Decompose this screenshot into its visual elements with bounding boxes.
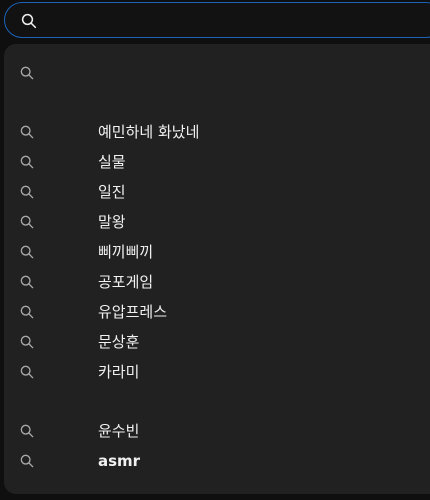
- suggestion-item[interactable]: asmr: [4, 446, 430, 476]
- search-icon: [19, 214, 35, 230]
- suggestion-label: asmr: [98, 452, 141, 470]
- search-icon: [19, 334, 35, 350]
- search-icon: [19, 244, 35, 260]
- suggestion-item[interactable]: 유압프레스: [4, 297, 430, 327]
- search-icon: [19, 423, 35, 439]
- suggestion-item[interactable]: 문상훈: [4, 327, 430, 357]
- search-icon: [19, 65, 35, 81]
- search-icon: [20, 12, 38, 30]
- suggestion-label: 일진: [98, 183, 126, 201]
- search-icon: [19, 124, 35, 140]
- suggestion-item[interactable]: 말왕: [4, 207, 430, 237]
- suggestion-label: 말왕: [98, 213, 126, 231]
- suggestion-item[interactable]: 카라미: [4, 357, 430, 387]
- suggestion-item[interactable]: [4, 58, 430, 88]
- suggestion-item[interactable]: 예민하네 화났네: [4, 117, 430, 147]
- search-icon: [19, 184, 35, 200]
- suggestion-label: 실물: [98, 153, 126, 171]
- suggestion-label: 카라미: [98, 363, 140, 381]
- search-input[interactable]: [49, 7, 429, 33]
- search-icon: [19, 364, 35, 380]
- suggestion-label: 삐끼삐끼: [98, 243, 154, 261]
- search-icon: [19, 154, 35, 170]
- suggestion-item[interactable]: 실물: [4, 147, 430, 177]
- suggestion-label: 문상훈: [98, 333, 140, 351]
- search-bar[interactable]: [4, 2, 430, 38]
- suggestion-label: 윤수빈: [98, 422, 140, 440]
- search-icon: [19, 453, 35, 469]
- suggestion-item[interactable]: 공포게임: [4, 267, 430, 297]
- suggestions-dropdown: 예민하네 화났네 실물 일진 말왕 삐끼삐끼 공포게임 유압프레스 문상훈 카라…: [4, 44, 430, 494]
- suggestion-label: 공포게임: [98, 273, 154, 291]
- suggestion-label: 예민하네 화났네: [98, 123, 200, 141]
- suggestion-item[interactable]: 삐끼삐끼: [4, 237, 430, 267]
- suggestion-label: 유압프레스: [98, 303, 168, 321]
- suggestion-item[interactable]: 윤수빈: [4, 416, 430, 446]
- suggestion-item[interactable]: 일진: [4, 177, 430, 207]
- search-icon: [19, 274, 35, 290]
- search-icon: [19, 304, 35, 320]
